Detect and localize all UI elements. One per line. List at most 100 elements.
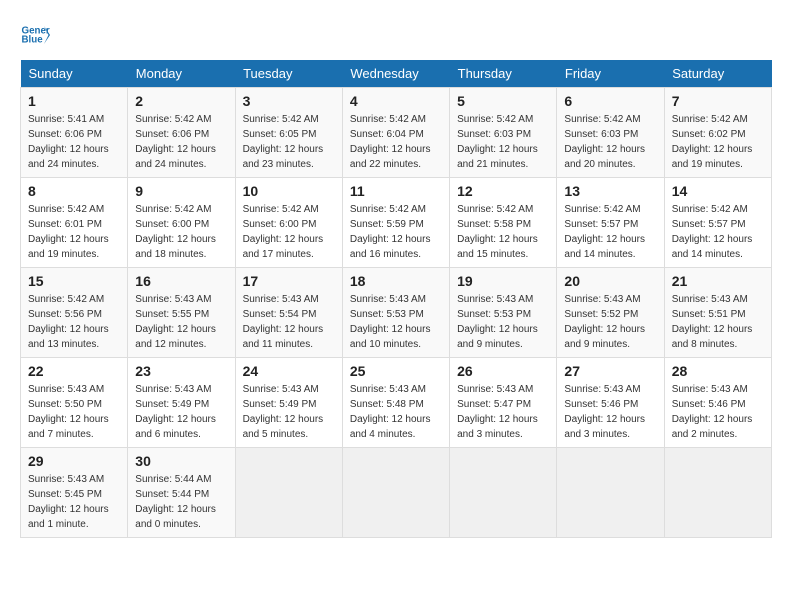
day-info: Sunrise: 5:43 AM Sunset: 5:46 PM Dayligh… bbox=[564, 382, 656, 442]
calendar-cell bbox=[235, 448, 342, 538]
calendar-cell: 15 Sunrise: 5:42 AM Sunset: 5:56 PM Dayli… bbox=[21, 268, 128, 358]
calendar-cell: 20Sunrise: 5:43 AM Sunset: 5:52 PM Dayli… bbox=[557, 268, 664, 358]
calendar-cell: 26 Sunrise: 5:43 AM Sunset: 5:47 PM Dayli… bbox=[450, 358, 557, 448]
calendar-week-2: 8 Sunrise: 5:42 AM Sunset: 6:01 PM Daylig… bbox=[21, 178, 772, 268]
day-info: Sunrise: 5:43 AM Sunset: 5:54 PM Dayligh… bbox=[243, 292, 335, 352]
day-number: 9 bbox=[135, 183, 227, 199]
calendar-cell: 13 Sunrise: 5:42 AM Sunset: 5:57 PM Dayli… bbox=[557, 178, 664, 268]
calendar-cell: 24 Sunrise: 5:43 AM Sunset: 5:49 PM Dayli… bbox=[235, 358, 342, 448]
day-number: 30 bbox=[135, 453, 227, 469]
calendar-cell: 2Sunrise: 5:42 AM Sunset: 6:06 PM Daylig… bbox=[128, 88, 235, 178]
day-info: Sunrise: 5:42 AM Sunset: 6:06 PM Dayligh… bbox=[135, 112, 227, 172]
day-info: Sunrise: 5:41 AM Sunset: 6:06 PM Dayligh… bbox=[28, 112, 120, 172]
calendar-cell: 5 Sunrise: 5:42 AM Sunset: 6:03 PM Daylig… bbox=[450, 88, 557, 178]
day-info: Sunrise: 5:43 AM Sunset: 5:53 PM Dayligh… bbox=[457, 292, 549, 352]
day-number: 28 bbox=[672, 363, 764, 379]
calendar-cell: 1 Sunrise: 5:41 AM Sunset: 6:06 PM Daylig… bbox=[21, 88, 128, 178]
day-info: Sunrise: 5:44 AM Sunset: 5:44 PM Dayligh… bbox=[135, 472, 227, 532]
calendar-week-3: 15 Sunrise: 5:42 AM Sunset: 5:56 PM Dayli… bbox=[21, 268, 772, 358]
day-number: 10 bbox=[243, 183, 335, 199]
day-number: 3 bbox=[243, 93, 335, 109]
day-number: 17 bbox=[243, 273, 335, 289]
day-info: Sunrise: 5:42 AM Sunset: 6:05 PM Dayligh… bbox=[243, 112, 335, 172]
day-info: Sunrise: 5:43 AM Sunset: 5:55 PM Dayligh… bbox=[135, 292, 227, 352]
weekday-header-monday: Monday bbox=[128, 60, 235, 88]
day-info: Sunrise: 5:43 AM Sunset: 5:48 PM Dayligh… bbox=[350, 382, 442, 442]
calendar-cell: 9 Sunrise: 5:42 AM Sunset: 6:00 PM Daylig… bbox=[128, 178, 235, 268]
calendar-cell: 19 Sunrise: 5:43 AM Sunset: 5:53 PM Dayli… bbox=[450, 268, 557, 358]
calendar-cell: 16 Sunrise: 5:43 AM Sunset: 5:55 PM Dayli… bbox=[128, 268, 235, 358]
calendar-week-4: 22 Sunrise: 5:43 AM Sunset: 5:50 PM Dayli… bbox=[21, 358, 772, 448]
day-number: 19 bbox=[457, 273, 549, 289]
day-number: 4 bbox=[350, 93, 442, 109]
day-info: Sunrise: 5:42 AM Sunset: 6:00 PM Dayligh… bbox=[243, 202, 335, 262]
day-info: Sunrise: 5:43 AM Sunset: 5:49 PM Dayligh… bbox=[135, 382, 227, 442]
calendar-cell: 12Sunrise: 5:42 AM Sunset: 5:58 PM Dayli… bbox=[450, 178, 557, 268]
day-number: 24 bbox=[243, 363, 335, 379]
day-number: 1 bbox=[28, 93, 120, 109]
calendar-cell: 27 Sunrise: 5:43 AM Sunset: 5:46 PM Dayli… bbox=[557, 358, 664, 448]
day-number: 18 bbox=[350, 273, 442, 289]
day-info: Sunrise: 5:42 AM Sunset: 6:04 PM Dayligh… bbox=[350, 112, 442, 172]
day-info: Sunrise: 5:42 AM Sunset: 5:57 PM Dayligh… bbox=[672, 202, 764, 262]
calendar-cell: 7 Sunrise: 5:42 AM Sunset: 6:02 PM Daylig… bbox=[664, 88, 771, 178]
day-number: 6 bbox=[564, 93, 656, 109]
day-info: Sunrise: 5:42 AM Sunset: 5:59 PM Dayligh… bbox=[350, 202, 442, 262]
day-info: Sunrise: 5:43 AM Sunset: 5:45 PM Dayligh… bbox=[28, 472, 120, 532]
calendar-cell: 17 Sunrise: 5:43 AM Sunset: 5:54 PM Dayli… bbox=[235, 268, 342, 358]
calendar-cell: 25 Sunrise: 5:43 AM Sunset: 5:48 PM Dayli… bbox=[342, 358, 449, 448]
calendar-cell: 4 Sunrise: 5:42 AM Sunset: 6:04 PM Daylig… bbox=[342, 88, 449, 178]
logo: General Blue bbox=[20, 20, 54, 50]
day-number: 23 bbox=[135, 363, 227, 379]
day-number: 13 bbox=[564, 183, 656, 199]
day-number: 25 bbox=[350, 363, 442, 379]
day-number: 26 bbox=[457, 363, 549, 379]
calendar-cell: 28 Sunrise: 5:43 AM Sunset: 5:46 PM Dayli… bbox=[664, 358, 771, 448]
day-number: 7 bbox=[672, 93, 764, 109]
calendar-cell: 14 Sunrise: 5:42 AM Sunset: 5:57 PM Dayli… bbox=[664, 178, 771, 268]
calendar-week-1: 1 Sunrise: 5:41 AM Sunset: 6:06 PM Daylig… bbox=[21, 88, 772, 178]
weekday-header-thursday: Thursday bbox=[450, 60, 557, 88]
day-info: Sunrise: 5:43 AM Sunset: 5:47 PM Dayligh… bbox=[457, 382, 549, 442]
day-info: Sunrise: 5:42 AM Sunset: 6:02 PM Dayligh… bbox=[672, 112, 764, 172]
day-info: Sunrise: 5:43 AM Sunset: 5:53 PM Dayligh… bbox=[350, 292, 442, 352]
calendar-cell: 30 Sunrise: 5:44 AM Sunset: 5:44 PM Dayli… bbox=[128, 448, 235, 538]
day-info: Sunrise: 5:43 AM Sunset: 5:49 PM Dayligh… bbox=[243, 382, 335, 442]
day-info: Sunrise: 5:42 AM Sunset: 6:03 PM Dayligh… bbox=[457, 112, 549, 172]
calendar-cell: 21 Sunrise: 5:43 AM Sunset: 5:51 PM Dayli… bbox=[664, 268, 771, 358]
day-info: Sunrise: 5:42 AM Sunset: 6:03 PM Dayligh… bbox=[564, 112, 656, 172]
day-info: Sunrise: 5:43 AM Sunset: 5:46 PM Dayligh… bbox=[672, 382, 764, 442]
calendar-cell bbox=[450, 448, 557, 538]
calendar-cell: 23 Sunrise: 5:43 AM Sunset: 5:49 PM Dayli… bbox=[128, 358, 235, 448]
weekday-header-tuesday: Tuesday bbox=[235, 60, 342, 88]
day-info: Sunrise: 5:42 AM Sunset: 6:00 PM Dayligh… bbox=[135, 202, 227, 262]
svg-text:Blue: Blue bbox=[22, 35, 44, 46]
day-number: 8 bbox=[28, 183, 120, 199]
day-number: 15 bbox=[28, 273, 120, 289]
calendar-cell: 29Sunrise: 5:43 AM Sunset: 5:45 PM Dayli… bbox=[21, 448, 128, 538]
day-number: 27 bbox=[564, 363, 656, 379]
calendar-cell bbox=[664, 448, 771, 538]
day-info: Sunrise: 5:42 AM Sunset: 5:56 PM Dayligh… bbox=[28, 292, 120, 352]
day-info: Sunrise: 5:42 AM Sunset: 6:01 PM Dayligh… bbox=[28, 202, 120, 262]
weekday-header-wednesday: Wednesday bbox=[342, 60, 449, 88]
calendar-week-5: 29Sunrise: 5:43 AM Sunset: 5:45 PM Dayli… bbox=[21, 448, 772, 538]
day-number: 16 bbox=[135, 273, 227, 289]
calendar-cell: 11 Sunrise: 5:42 AM Sunset: 5:59 PM Dayli… bbox=[342, 178, 449, 268]
day-info: Sunrise: 5:42 AM Sunset: 5:57 PM Dayligh… bbox=[564, 202, 656, 262]
page-header: General Blue bbox=[20, 20, 772, 50]
day-info: Sunrise: 5:43 AM Sunset: 5:51 PM Dayligh… bbox=[672, 292, 764, 352]
day-number: 5 bbox=[457, 93, 549, 109]
day-number: 14 bbox=[672, 183, 764, 199]
calendar-table: SundayMondayTuesdayWednesdayThursdayFrid… bbox=[20, 60, 772, 538]
day-info: Sunrise: 5:43 AM Sunset: 5:50 PM Dayligh… bbox=[28, 382, 120, 442]
calendar-cell: 6 Sunrise: 5:42 AM Sunset: 6:03 PM Daylig… bbox=[557, 88, 664, 178]
day-number: 21 bbox=[672, 273, 764, 289]
calendar-cell: 8 Sunrise: 5:42 AM Sunset: 6:01 PM Daylig… bbox=[21, 178, 128, 268]
day-number: 22 bbox=[28, 363, 120, 379]
weekday-header-friday: Friday bbox=[557, 60, 664, 88]
calendar-cell bbox=[557, 448, 664, 538]
calendar-cell: 10 Sunrise: 5:42 AM Sunset: 6:00 PM Dayli… bbox=[235, 178, 342, 268]
day-number: 20 bbox=[564, 273, 656, 289]
day-number: 11 bbox=[350, 183, 442, 199]
